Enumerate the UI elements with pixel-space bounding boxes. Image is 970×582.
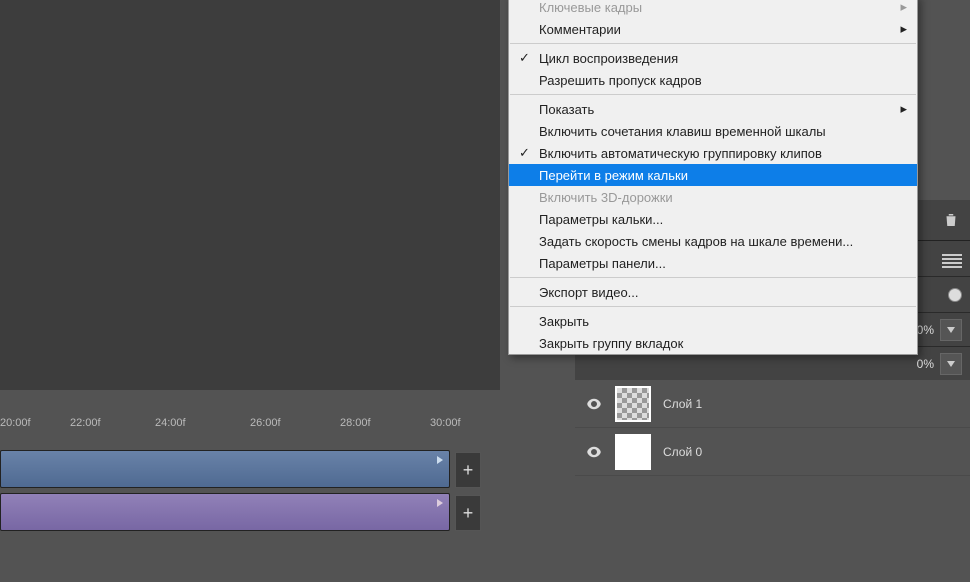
layer-name-label: Слой 1 [663,397,702,411]
menu-item-show[interactable]: Показать▸ [509,98,917,120]
submenu-arrow-icon: ▸ [900,21,907,37]
opacity-dropdown[interactable] [940,319,962,341]
menu-item-auto-group-clips[interactable]: ✓Включить автоматическую группировку кли… [509,142,917,164]
timeline-context-menu: Ключевые кадры▸ Комментарии▸ ✓Цикл воспр… [508,0,918,355]
menu-item-comments[interactable]: Комментарии▸ [509,18,917,40]
opacity-value: 0% [917,323,934,337]
layer-row[interactable]: Слой 0 [575,428,970,476]
menu-item-set-framerate[interactable]: Задать скорость смены кадров на шкале вр… [509,230,917,252]
submenu-arrow-icon: ▸ [900,101,907,117]
play-icon [435,455,445,465]
menu-item-keyframes[interactable]: Ключевые кадры▸ [509,0,917,18]
trash-icon[interactable] [942,211,960,229]
visibility-icon[interactable] [585,395,603,413]
menu-item-loop-playback[interactable]: ✓Цикл воспроизведения [509,47,917,69]
timeline-tracks: + + [0,450,450,536]
add-track-button[interactable]: + [455,452,481,488]
menu-item-panel-options[interactable]: Параметры панели... [509,252,917,274]
layer-name-label: Слой 0 [663,445,702,459]
checkmark-icon: ✓ [519,145,530,161]
menu-separator [510,277,916,278]
time-mark: 28:00f [340,417,371,429]
timeline-ruler[interactable]: 20:00f 22:00f 24:00f 26:00f 28:00f 30:00… [0,408,490,438]
opacity-slider-knob[interactable] [948,288,962,302]
preview-viewport [0,0,500,390]
menu-item-allow-frame-skip[interactable]: Разрешить пропуск кадров [509,69,917,91]
layer-thumbnail [615,434,651,470]
visibility-icon[interactable] [585,443,603,461]
video-track-2[interactable]: + [0,493,450,531]
time-mark: 20:00f [0,417,31,429]
menu-item-enable-shortcuts[interactable]: Включить сочетания клавиш временной шкал… [509,120,917,142]
time-mark: 24:00f [155,417,186,429]
layer-row[interactable]: Слой 1 [575,380,970,428]
menu-separator [510,306,916,307]
video-track-1[interactable]: + [0,450,450,488]
time-mark: 30:00f [430,417,461,429]
menu-item-close[interactable]: Закрыть [509,310,917,332]
menu-item-enable-3d-tracks[interactable]: Включить 3D-дорожки [509,186,917,208]
checkmark-icon: ✓ [519,50,530,66]
layer-thumbnail [615,386,651,422]
play-icon [435,498,445,508]
add-track-button[interactable]: + [455,495,481,531]
menu-item-onion-skin-options[interactable]: Параметры кальки... [509,208,917,230]
fill-value: 0% [917,357,934,371]
submenu-arrow-icon: ▸ [900,0,907,15]
layer-list: Слой 1 Слой 0 [575,380,970,476]
menu-separator [510,43,916,44]
fill-dropdown[interactable] [940,353,962,375]
menu-item-onion-skin-mode[interactable]: Перейти в режим кальки [509,164,917,186]
panel-menu-icon[interactable] [942,252,962,266]
menu-item-export-video[interactable]: Экспорт видео... [509,281,917,303]
time-mark: 26:00f [250,417,281,429]
menu-separator [510,94,916,95]
time-mark: 22:00f [70,417,101,429]
menu-item-close-tab-group[interactable]: Закрыть группу вкладок [509,332,917,354]
